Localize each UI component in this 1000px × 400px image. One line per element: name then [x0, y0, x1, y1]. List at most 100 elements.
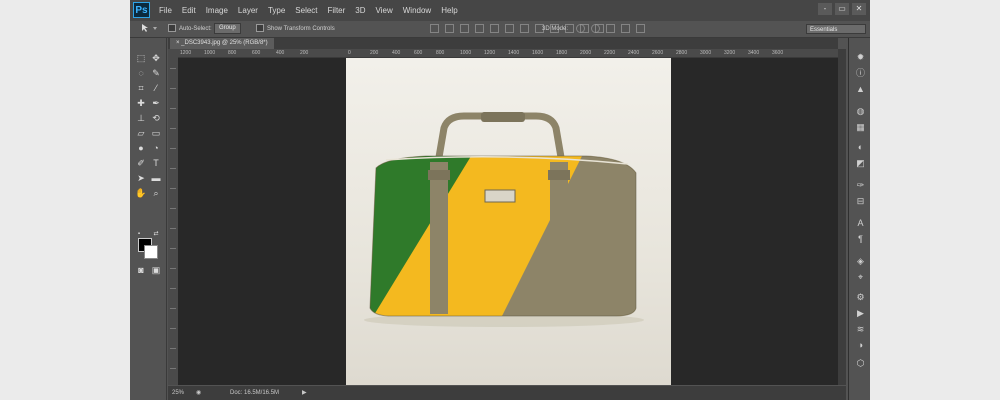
status-bar: 25% ◉ Doc: 16.5M/16.5M ▶ — [168, 386, 846, 400]
move-tool-icon[interactable]: ✥ — [150, 52, 162, 64]
gradient-tool-icon[interactable]: ▭ — [150, 127, 162, 139]
canvas-area[interactable] — [178, 58, 838, 385]
minimize-button[interactable]: - — [818, 3, 832, 15]
close-button[interactable]: ✕ — [852, 3, 866, 15]
doc-size-info: Doc: 16.5M/16.5M — [230, 390, 280, 396]
adjustments-panel-icon[interactable]: ◐ — [855, 142, 866, 153]
align-right-icon[interactable] — [505, 24, 514, 33]
ruler-label: 2200 — [604, 50, 616, 56]
hand-tool-icon[interactable]: ✋ — [135, 187, 147, 199]
history-brush-icon[interactable]: ⟲ — [150, 112, 162, 124]
ruler-label: 1200 — [484, 50, 496, 56]
paragraph-panel-icon[interactable]: ¶ — [855, 234, 866, 245]
swap-colors-icon[interactable]: ⇄ — [152, 230, 160, 238]
info-panel-icon[interactable]: ⓘ — [855, 68, 866, 79]
background-color-swatch[interactable] — [144, 245, 158, 259]
menu-layer[interactable]: Layer — [233, 0, 263, 21]
ruler-origin[interactable] — [168, 49, 178, 58]
healing-brush-icon[interactable]: ✚ — [135, 97, 147, 109]
dodge-tool-icon[interactable]: ◔ — [150, 142, 162, 154]
quick-select-tool-icon[interactable]: ✎ — [150, 67, 162, 79]
actions-panel-icon[interactable]: ▶ — [855, 308, 866, 319]
show-transform-checkbox[interactable] — [256, 24, 264, 33]
rectangle-tool-icon[interactable]: ▬ — [150, 172, 162, 184]
ruler-label: 1400 — [508, 50, 520, 56]
menu-help[interactable]: Help — [436, 0, 462, 21]
lasso-tool-icon[interactable]: ◌ — [135, 67, 147, 79]
zoom-level[interactable]: 25% — [172, 386, 184, 400]
brush-panel-icon[interactable]: ✑ — [855, 180, 866, 191]
character-panel-icon[interactable]: A — [855, 218, 866, 229]
path-select-icon[interactable]: ➤ — [135, 172, 147, 184]
document-tab[interactable]: × _DSC3943.jpg @ 25% (RGB/8*) — [170, 38, 274, 49]
clone-stamp-icon[interactable]: ⊥ — [135, 112, 147, 124]
color-panel-icon[interactable]: ◍ — [855, 106, 866, 117]
brush-tool-icon[interactable]: ✒ — [150, 97, 162, 109]
menu-window[interactable]: Window — [398, 0, 436, 21]
3d-panel-icon[interactable]: ◈ — [855, 256, 866, 267]
status-settings-icon[interactable]: ◉ — [196, 386, 201, 400]
align-vcenter-icon[interactable] — [445, 24, 454, 33]
align-top-icon[interactable] — [430, 24, 439, 33]
properties-panel-icon[interactable]: ⌖ — [855, 272, 866, 283]
show-transform-group: Show Transform Controls — [256, 21, 335, 37]
eraser-tool-icon[interactable]: ▱ — [135, 127, 147, 139]
workspace-switcher[interactable]: Essentials — [806, 24, 866, 34]
maximize-button[interactable]: ▭ — [835, 3, 849, 15]
eyedropper-tool-icon[interactable]: ⁄ — [150, 82, 162, 94]
ruler-label: 1000 — [204, 50, 216, 56]
menu-type[interactable]: Type — [263, 0, 290, 21]
channels-panel-icon[interactable]: ◑ — [855, 340, 866, 351]
history-panel-icon[interactable]: ✹ — [855, 52, 866, 63]
status-menu-arrow-icon[interactable]: ▶ — [302, 386, 307, 400]
crop-tool-icon[interactable]: ⌗ — [135, 82, 147, 94]
zoom-tool-icon[interactable]: ⌕ — [150, 187, 162, 199]
document-image[interactable] — [346, 58, 671, 385]
vertical-scrollbar[interactable] — [838, 49, 846, 385]
3d-mode-buttons — [576, 24, 645, 33]
ruler-label: 200 — [370, 50, 379, 56]
blur-tool-icon[interactable]: ● — [135, 142, 147, 154]
menu-select[interactable]: Select — [290, 0, 322, 21]
layers-panel-icon[interactable]: ≋ — [855, 324, 866, 335]
menu-3d[interactable]: 3D — [350, 0, 370, 21]
default-colors-icon[interactable]: ▪ — [135, 230, 143, 238]
styles-panel-icon[interactable]: ◩ — [855, 158, 866, 169]
auto-select-dropdown[interactable]: Group — [214, 22, 241, 34]
type-tool-icon[interactable]: T — [150, 157, 162, 169]
3d-rotate-icon[interactable] — [576, 24, 585, 33]
document-tab-bar: × _DSC3943.jpg @ 25% (RGB/8*) — [168, 38, 838, 49]
ruler-label: 2400 — [628, 50, 640, 56]
menu-edit[interactable]: Edit — [177, 0, 201, 21]
screen-mode-icon[interactable]: ▣ — [150, 264, 162, 276]
quick-mask-icon[interactable]: ◙ — [135, 264, 147, 276]
menu-file[interactable]: File — [154, 0, 177, 21]
distribute-top-icon[interactable] — [520, 24, 529, 33]
3d-roll-icon[interactable] — [591, 24, 600, 33]
pen-tool-icon[interactable]: ✐ — [135, 157, 147, 169]
3d-slide-icon[interactable] — [621, 24, 630, 33]
ruler-label: 1200 — [180, 50, 192, 56]
3d-scale-icon[interactable] — [636, 24, 645, 33]
align-hcenter-icon[interactable] — [490, 24, 499, 33]
clone-source-panel-icon[interactable]: ⊟ — [855, 196, 866, 207]
swatches-panel-icon[interactable]: ▦ — [855, 122, 866, 133]
ruler-label: 3000 — [700, 50, 712, 56]
3d-mode-label: 3D Mode: — [542, 26, 569, 32]
auto-select-group: Auto-Select: — [168, 21, 212, 37]
align-bottom-icon[interactable] — [460, 24, 469, 33]
menu-filter[interactable]: Filter — [323, 0, 351, 21]
document-tab-label: _DSC3943.jpg @ 25% (RGB/8*) — [181, 40, 268, 46]
3d-pan-icon[interactable] — [606, 24, 615, 33]
tool-presets-panel-icon[interactable]: ⚙ — [855, 292, 866, 303]
auto-select-checkbox[interactable] — [168, 24, 176, 33]
paths-panel-icon[interactable]: ⬡ — [855, 358, 866, 369]
duffel-bag-image — [364, 112, 644, 327]
ruler-label: 3400 — [748, 50, 760, 56]
align-left-icon[interactable] — [475, 24, 484, 33]
histogram-panel-icon[interactable]: ▲ — [855, 84, 866, 95]
tool-preset-picker[interactable] — [140, 21, 160, 37]
menu-image[interactable]: Image — [201, 0, 233, 21]
marquee-tool-icon[interactable]: ⬚ — [135, 52, 147, 64]
menu-view[interactable]: View — [371, 0, 398, 21]
